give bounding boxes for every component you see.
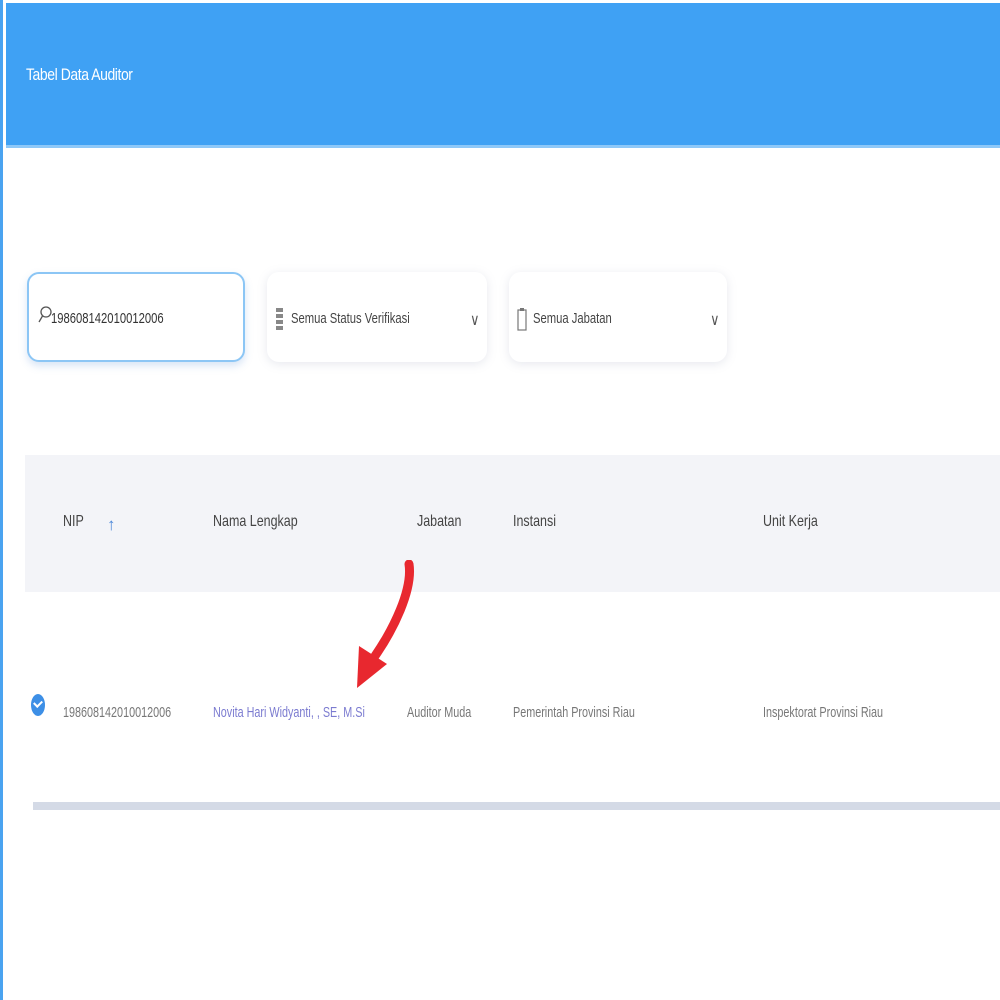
sort-up-icon[interactable]: ↑: [107, 515, 116, 535]
column-header-jabatan[interactable]: Jabatan: [417, 513, 461, 531]
jabatan-select[interactable]: Semua Jabatan ∨: [509, 272, 727, 362]
status-verifikasi-select[interactable]: Semua Status Verifikasi ∨: [267, 272, 487, 362]
clipboard-icon: [517, 308, 527, 331]
chevron-down-icon[interactable]: ∨: [470, 310, 479, 330]
check-circle-icon: [31, 694, 45, 716]
column-header-nama[interactable]: Nama Lengkap: [213, 513, 298, 531]
table-row[interactable]: 198608142010012006 Novita Hari Widyanti,…: [25, 600, 1000, 800]
chevron-down-icon[interactable]: ∨: [710, 310, 719, 330]
cell-instansi: Pemerintah Provinsi Riau: [513, 704, 635, 721]
table-divider: [33, 802, 1000, 810]
cell-nip: 198608142010012006: [63, 704, 172, 721]
search-input[interactable]: 198608142010012006: [27, 272, 245, 362]
cell-unit-kerja: Inspektorat Provinsi Riau: [763, 704, 884, 721]
column-header-nip[interactable]: NIP: [63, 513, 84, 531]
column-header-instansi[interactable]: Instansi: [513, 513, 556, 531]
list-icon: [276, 308, 283, 330]
annotation-arrow-icon: [357, 560, 415, 688]
page-frame: Tabel Data Auditor 198608142010012006 Se…: [0, 0, 1000, 1000]
column-header-unit-kerja[interactable]: Unit Kerja: [763, 513, 818, 531]
table-header: NIP ↑ Nama Lengkap Jabatan Instansi Unit…: [25, 455, 1000, 592]
search-input-value[interactable]: 198608142010012006: [51, 310, 164, 327]
cell-jabatan: Auditor Muda: [407, 704, 472, 721]
jabatan-select-label: Semua Jabatan: [533, 310, 612, 327]
header-bar: Tabel Data Auditor: [6, 3, 1000, 148]
page-title: Tabel Data Auditor: [26, 65, 133, 84]
cell-nama-link[interactable]: Novita Hari Widyanti, , SE, M.Si: [213, 704, 365, 721]
status-select-label: Semua Status Verifikasi: [291, 310, 410, 327]
